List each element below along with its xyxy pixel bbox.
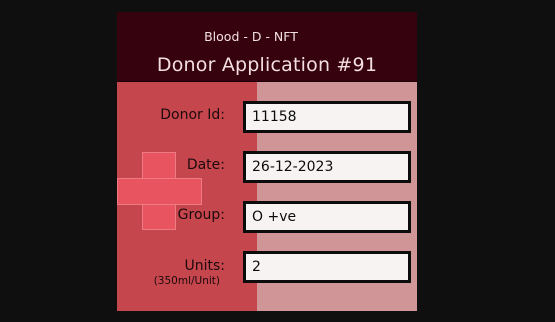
app-name: Blood - D - NFT [204,29,298,44]
date-label: Date: [186,157,225,173]
date-field[interactable]: 26-12-2023 [243,151,411,183]
donor-id-label: Donor Id: [160,107,225,123]
header: Blood - D - NFT Donor Application #91 [117,12,417,82]
donor-id-field[interactable]: 11158 [243,101,411,133]
group-field[interactable]: O +ve [243,201,411,233]
units-field[interactable]: 2 [243,251,411,283]
group-label: Group: [177,207,225,223]
units-sublabel: (350ml/Unit) [153,275,220,287]
units-label: Units: [184,258,225,274]
cross-center [143,179,175,204]
donor-application-card: Blood - D - NFT Donor Application #91 Do… [117,12,417,311]
page-title: Donor Application #91 [156,54,378,76]
